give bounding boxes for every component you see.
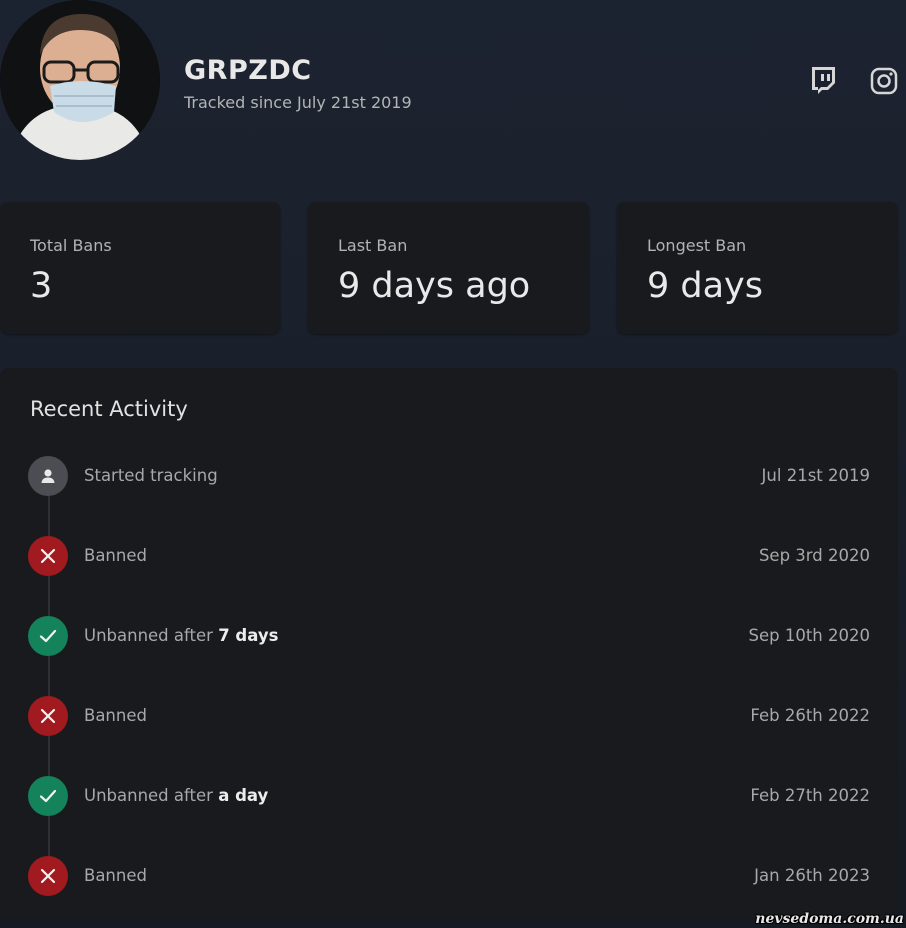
activity-text: Banned [84, 866, 147, 885]
activity-date: Jul 21st 2019 [761, 466, 870, 485]
avatar [0, 0, 160, 160]
stat-value: 9 days [647, 266, 764, 306]
stat-card-longest-ban: Longest Ban 9 days [617, 202, 898, 334]
activity-text: Banned [84, 546, 147, 565]
activity-text: Started tracking [84, 466, 218, 485]
activity-text: Unbanned after 7 days [84, 626, 279, 645]
check-icon [28, 776, 68, 816]
stat-card-total-bans: Total Bans 3 [0, 202, 280, 334]
activity-item: Unbanned after a day Feb 27th 2022 [28, 776, 870, 818]
person-icon [28, 456, 68, 496]
stat-value: 3 [30, 266, 53, 306]
activity-date: Sep 10th 2020 [748, 626, 870, 645]
instagram-link[interactable] [869, 66, 899, 96]
activity-date: Feb 27th 2022 [750, 786, 870, 805]
stat-card-last-ban: Last Ban 9 days ago [308, 202, 589, 334]
activity-item: Banned Sep 3rd 2020 [28, 536, 870, 578]
activity-text: Banned [84, 706, 147, 725]
avatar-image [0, 0, 160, 160]
stat-label: Total Bans [30, 236, 112, 255]
recent-activity-panel: Recent Activity Started tracking Jul 21s… [0, 368, 898, 920]
activity-item: Banned Feb 26th 2022 [28, 696, 870, 738]
x-icon [28, 536, 68, 576]
activity-item: Unbanned after 7 days Sep 10th 2020 [28, 616, 870, 658]
stat-label: Longest Ban [647, 236, 747, 255]
instagram-icon [870, 67, 898, 95]
activity-text: Unbanned after a day [84, 786, 269, 805]
x-icon [28, 856, 68, 896]
x-icon [28, 696, 68, 736]
activity-item: Started tracking Jul 21st 2019 [28, 456, 870, 498]
activity-date: Jan 26th 2023 [754, 866, 870, 885]
activity-date: Sep 3rd 2020 [758, 546, 870, 565]
stat-value: 9 days ago [338, 266, 531, 306]
twitch-icon [812, 67, 835, 94]
stat-label: Last Ban [338, 236, 408, 255]
activity-date: Feb 26th 2022 [750, 706, 870, 725]
profile-name: GRPZDC [184, 55, 312, 86]
recent-activity-title: Recent Activity [30, 397, 188, 421]
tracked-since: Tracked since July 21st 2019 [184, 93, 412, 112]
watermark: nevsedoma.com.ua [755, 911, 904, 927]
activity-item: Banned Jan 26th 2023 [28, 856, 870, 898]
check-icon [28, 616, 68, 656]
twitch-link[interactable] [808, 66, 838, 96]
